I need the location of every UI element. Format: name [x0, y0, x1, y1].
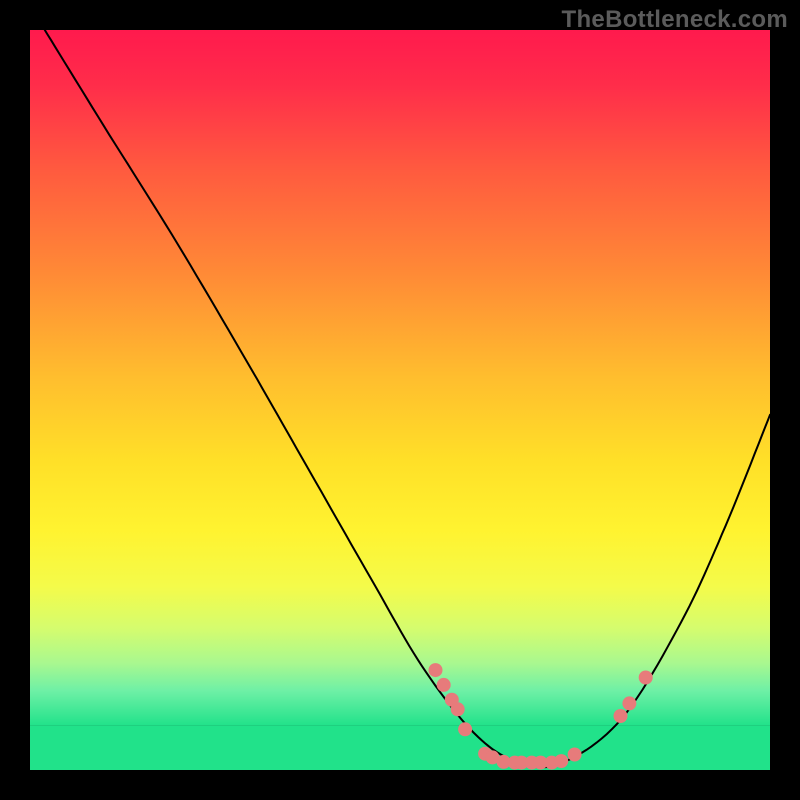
chart-frame: TheBottleneck.com: [0, 0, 800, 800]
watermark-text: TheBottleneck.com: [562, 6, 788, 34]
data-points: [30, 30, 770, 770]
plot-area: [30, 30, 770, 770]
